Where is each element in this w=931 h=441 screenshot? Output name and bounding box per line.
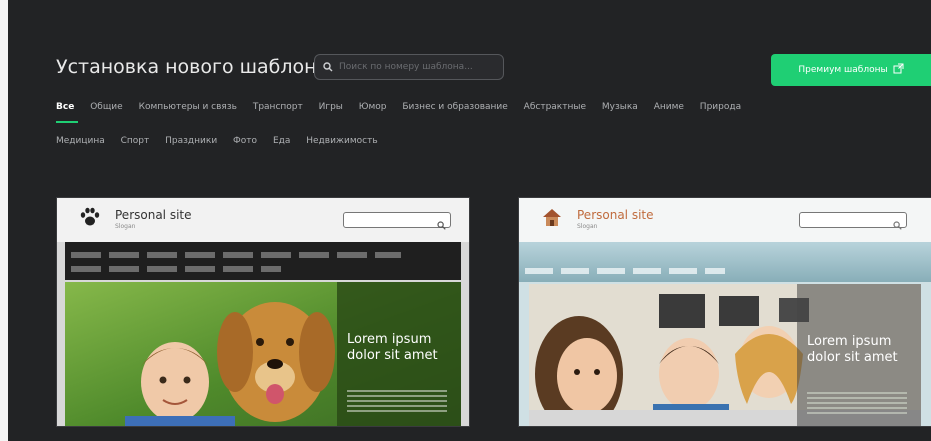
tab-music[interactable]: Музыка <box>602 102 638 112</box>
tab-games[interactable]: Игры <box>319 102 343 112</box>
preview-header: Personal site Slogan <box>57 198 469 242</box>
category-tabs-row1: Все Общие Компьютеры и связь Транспорт И… <box>56 102 754 123</box>
tab-humor[interactable]: Юмор <box>359 102 387 112</box>
tab-medicine[interactable]: Медицина <box>56 136 105 146</box>
preview-search-box <box>799 212 907 230</box>
template-search[interactable] <box>314 54 504 80</box>
preview-site-name: Personal site <box>115 208 192 222</box>
tab-nature[interactable]: Природа <box>700 102 741 112</box>
paw-icon <box>79 206 101 228</box>
preview-hero-text: Lorem ipsum dolor sit amet <box>807 334 898 365</box>
preview-nav <box>65 242 461 280</box>
premium-label: Премиум шаблоны <box>798 65 888 75</box>
house-icon <box>541 206 563 228</box>
tab-abstract[interactable]: Абстрактные <box>524 102 586 112</box>
template-card-1[interactable]: Personal site Slogan Lorem ipsum dolor s… <box>56 197 470 427</box>
page-title: Установка нового шаблона <box>56 56 329 78</box>
tab-general[interactable]: Общие <box>90 102 123 112</box>
preview-hero-text: Lorem ipsum dolor sit amet <box>347 332 438 363</box>
preview-slogan: Slogan <box>115 223 136 230</box>
external-link-icon <box>893 63 904 77</box>
search-icon <box>437 215 446 234</box>
tab-food[interactable]: Еда <box>273 136 290 146</box>
preview-site-name: Personal site <box>577 208 654 222</box>
tab-business[interactable]: Бизнес и образование <box>402 102 507 112</box>
preview-hero-image: Lorem ipsum dolor sit amet <box>529 284 921 426</box>
premium-templates-button[interactable]: Премиум шаблоны <box>771 54 931 86</box>
tab-photo[interactable]: Фото <box>233 136 257 146</box>
preview-header: Personal site Slogan <box>519 198 931 242</box>
search-input[interactable] <box>337 61 503 73</box>
preview-hero-image: Lorem ipsum dolor sit amet <box>65 282 461 426</box>
search-icon <box>893 215 902 234</box>
template-card-2[interactable]: Personal site Slogan Lorem ipsum dolor s… <box>518 197 931 427</box>
search-icon <box>323 62 333 72</box>
preview-nav <box>519 242 931 282</box>
tab-sport[interactable]: Спорт <box>121 136 150 146</box>
preview-slogan: Slogan <box>577 223 598 230</box>
template-install-panel: Установка нового шаблона Премиум шаблоны… <box>8 0 931 441</box>
tab-transport[interactable]: Транспорт <box>253 102 303 112</box>
tab-realty[interactable]: Недвижимость <box>306 136 377 146</box>
category-tabs-row2: Медицина Спорт Праздники Фото Еда Недвиж… <box>56 136 391 146</box>
preview-hero-panel: Lorem ipsum dolor sit amet <box>797 284 921 426</box>
tab-computers[interactable]: Компьютеры и связь <box>139 102 237 112</box>
preview-hero-panel: Lorem ipsum dolor sit amet <box>337 282 461 426</box>
preview-search-box <box>343 212 451 230</box>
tab-holidays[interactable]: Праздники <box>165 136 217 146</box>
tab-all[interactable]: Все <box>56 102 79 123</box>
tab-anime[interactable]: Аниме <box>654 102 684 112</box>
